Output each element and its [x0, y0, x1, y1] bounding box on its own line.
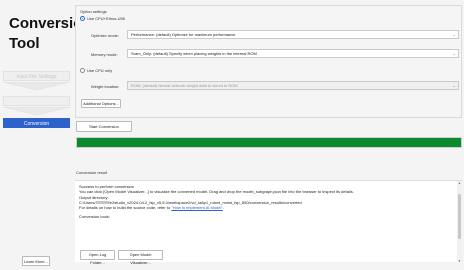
step-arrow-icon	[3, 82, 70, 91]
app-title-line2: Tool	[9, 35, 40, 52]
log-line-prefix: For details on how to build the source c…	[79, 205, 172, 211]
use-cpu-only-label: Use CPU only	[87, 68, 113, 73]
open-model-visualizer-button[interactable]: Open Model Visualizer...	[118, 250, 163, 265]
learn-more-button[interactable]: Learn More...	[22, 256, 50, 266]
memory-mode-select[interactable]: Sram_Only: (default) Specify when placin…	[127, 49, 459, 58]
option-settings-panel: Option settings Use CPU+Ethos-U55 Optimi…	[75, 5, 462, 118]
optimize-mode-select[interactable]: Performance: (default) Optimize for maxi…	[127, 30, 459, 39]
log-text: Success to perform conversion You can cl…	[79, 184, 453, 220]
chevron-down-icon: ⌄	[452, 83, 456, 88]
nav-step-2[interactable]	[3, 96, 70, 106]
scroll-down-icon[interactable]: ▼	[458, 259, 461, 263]
memory-mode-value: Sram_Only: (default) Specify when placin…	[131, 51, 257, 56]
weight-location-value: ROM: (default) Neural network weight dat…	[131, 83, 238, 88]
chevron-down-icon: ⌄	[452, 51, 456, 56]
log-path-prefix: C:/Users/	[79, 199, 96, 205]
log-path-suffix: /e2studio_v2024-04.2_fsp_v5.5.0/workspac…	[108, 199, 302, 205]
scroll-up-icon[interactable]: ▲	[458, 181, 461, 185]
conversion-result-title: Conversion result	[76, 170, 108, 175]
nav-conversion[interactable]: Conversion	[3, 118, 70, 128]
chevron-down-icon: ⌄	[452, 32, 456, 37]
log-line-suffix: .	[222, 205, 224, 211]
use-cpu-ethos-label: Use CPU+Ethos-U55	[87, 16, 125, 21]
how-to-implement-link[interactable]: "How to implement AI Model"	[171, 205, 223, 210]
conversion-progress-bar	[76, 137, 462, 148]
weight-location-select[interactable]: ROM: (default) Neural network weight dat…	[127, 81, 459, 90]
log-line: Conversion tools:	[79, 214, 110, 220]
memory-mode-label: Memory mode:	[91, 52, 118, 57]
progress-fill	[77, 138, 461, 147]
open-log-folder-button[interactable]: Open Log Folder...	[80, 250, 115, 265]
weight-location-label: Weight location:	[91, 84, 120, 89]
use-cpu-ethos-radio[interactable]	[80, 16, 85, 21]
optimize-mode-label: Optimize mode:	[91, 33, 120, 38]
sidebar: Conversion Tool Input File Settings Conv…	[0, 0, 92, 270]
step-arrow-icon	[3, 107, 70, 116]
scroll-thumb[interactable]	[458, 194, 461, 239]
additional-options-button[interactable]: Additional Options...	[81, 99, 121, 108]
nav-input-file-settings[interactable]: Input File Settings	[3, 71, 70, 81]
log-scrollbar[interactable]: ▲ ▼	[457, 181, 462, 263]
use-cpu-only-radio[interactable]	[80, 68, 85, 73]
start-conversion-button[interactable]: Start Conversion	[76, 121, 132, 132]
redacted-username	[95, 201, 109, 205]
option-settings-title: Option settings	[80, 9, 107, 14]
optimize-mode-value: Performance: (default) Optimize for maxi…	[131, 32, 236, 37]
